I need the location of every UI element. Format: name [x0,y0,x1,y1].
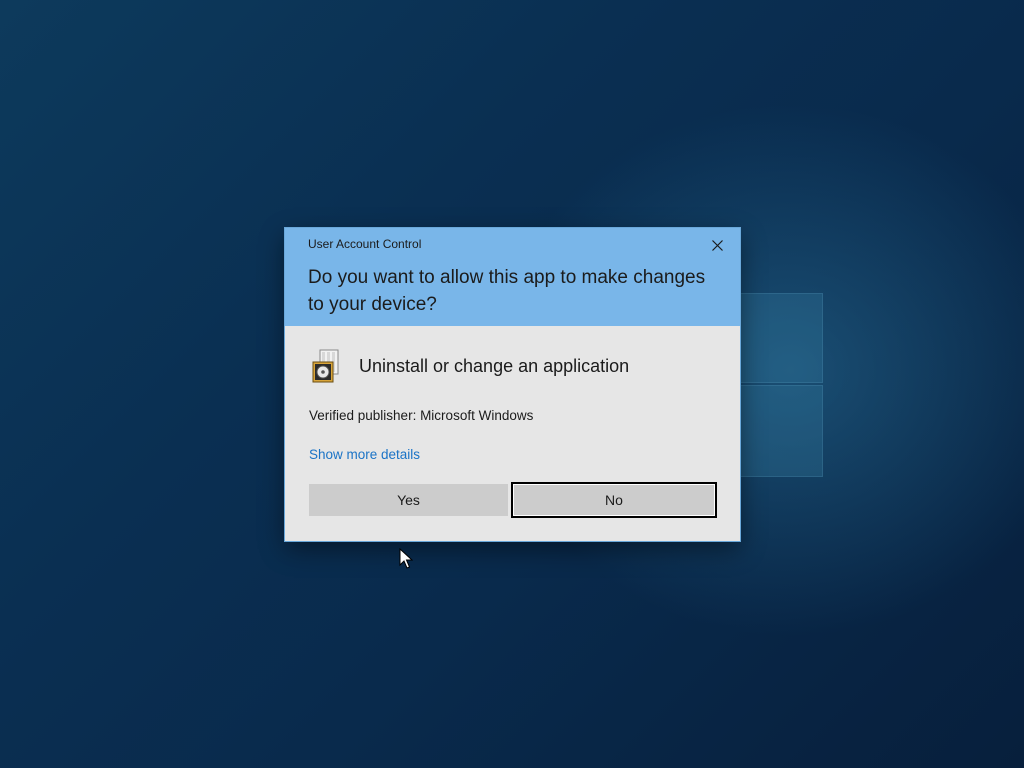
dialog-header: User Account Control Do you want to allo… [285,228,740,326]
windows-logo-pane [735,293,823,383]
app-name: Uninstall or change an application [359,355,630,376]
windows-logo-wallpaper [735,285,825,480]
verified-publisher: Verified publisher: Microsoft Windows [309,408,534,423]
mouse-pointer-icon [399,548,413,569]
windows-logo-pane [735,385,823,477]
app-info: Uninstall or change an application [311,348,629,384]
dialog-question: Do you want to allow this app to make ch… [308,267,706,315]
no-button[interactable]: No [511,482,717,518]
programs-and-features-icon [312,349,339,383]
dialog-title: User Account Control [308,237,422,251]
close-icon [711,239,723,251]
close-button[interactable] [703,234,731,256]
show-more-details-link[interactable]: Show more details [309,447,420,462]
yes-button[interactable]: Yes [309,484,508,516]
uac-dialog: User Account Control Do you want to allo… [285,228,740,541]
